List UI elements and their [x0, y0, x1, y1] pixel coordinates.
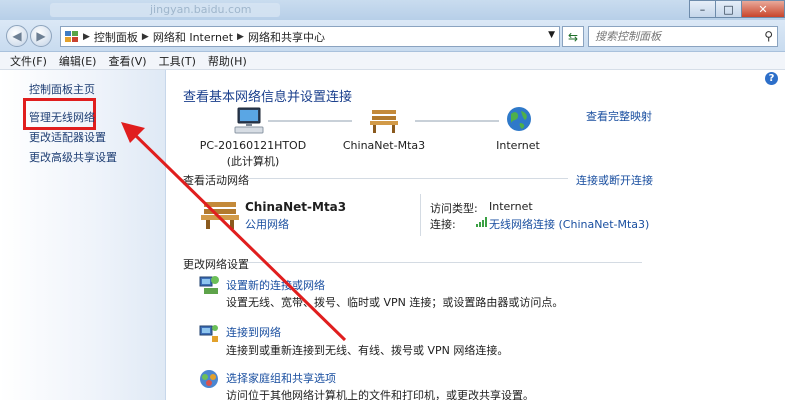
connect-network-icon [199, 325, 218, 342]
node-internet-label: Internet [496, 139, 540, 152]
sidebar-item-advanced-sharing[interactable]: 更改高级共享设置 [29, 149, 117, 165]
help-icon[interactable]: ? [765, 72, 778, 85]
access-type-label: 访问类型: [430, 202, 478, 215]
connection-label: 连接: [430, 218, 456, 231]
task-connect-network-desc: 连接到或重新连接到无线、有线、拨号或 VPN 网络连接。 [226, 344, 509, 357]
globe-icon [507, 107, 531, 131]
active-networks-heading: 查看活动网络 [183, 174, 249, 187]
menu-bar: 文件(F) 编辑(E) 查看(V) 工具(T) 帮助(H) [0, 52, 785, 70]
control-panel-icon [65, 30, 78, 42]
sidebar-item-adapter-settings[interactable]: 更改适配器设置 [29, 129, 106, 145]
homegroup-icon [200, 370, 218, 388]
task-setup-connection-desc: 设置无线、宽带、拨号、临时或 VPN 连接；或设置路由器或访问点。 [226, 296, 564, 309]
address-field[interactable]: ▶ 控制面板 ▶ 网络和 Internet ▶ 网络和共享中心 ▼ [60, 26, 560, 47]
sidebar-item-control-panel-home[interactable]: 控制面板主页 [29, 81, 95, 97]
menu-edit[interactable]: 编辑(E) [59, 53, 97, 69]
sidebar: 控制面板主页 管理无线网络 更改适配器设置 更改高级共享设置 [0, 70, 166, 400]
menu-file[interactable]: 文件(F) [10, 53, 47, 69]
node-network-label: ChinaNet-Mta3 [342, 139, 426, 152]
connection-value-link[interactable]: 无线网络连接 (ChinaNet-Mta3) [489, 216, 649, 232]
breadcrumb-network-sharing-center[interactable]: 网络和共享中心 [248, 29, 325, 45]
menu-view[interactable]: 查看(V) [108, 53, 146, 69]
connect-disconnect-link[interactable]: 连接或断开连接 [576, 172, 653, 188]
section-divider [246, 178, 568, 179]
forward-button[interactable]: ▶ [30, 25, 52, 47]
address-dropdown-icon[interactable]: ▼ [548, 30, 555, 40]
active-network-name: ChinaNet-Mta3 [245, 200, 347, 214]
back-arrow-icon: ◀ [12, 29, 22, 43]
back-button[interactable]: ◀ [6, 25, 28, 47]
change-settings-heading: 更改网络设置 [183, 258, 249, 271]
access-type-value: Internet [489, 200, 533, 213]
breadcrumb-control-panel[interactable]: 控制面板 [94, 29, 138, 45]
network-link-line [415, 120, 499, 122]
vertical-divider [420, 194, 421, 236]
task-setup-connection-link[interactable]: 设置新的连接或网络 [226, 277, 325, 293]
task-homegroup-link[interactable]: 选择家庭组和共享选项 [226, 370, 336, 386]
minimize-button[interactable]: – [689, 0, 715, 18]
network-setup-icon [199, 276, 219, 294]
network-bench-icon [201, 202, 239, 229]
network-type-link[interactable]: 公用网络 [245, 216, 289, 232]
refresh-icon: ⇆ [567, 29, 579, 44]
close-button[interactable]: ✕ [741, 0, 785, 18]
address-bar: ◀ ▶ ▶ 控制面板 ▶ 网络和 Internet ▶ 网络和共享中心 ▼ ⇆ … [0, 20, 785, 52]
breadcrumb-separator-icon: ▶ [83, 31, 90, 42]
title-ghost-url: jingyan.baidu.com [150, 3, 252, 16]
sidebar-item-manage-wireless[interactable]: 管理无线网络 [29, 109, 95, 125]
search-input[interactable] [589, 27, 753, 46]
refresh-button[interactable]: ⇆ [562, 26, 584, 47]
task-homegroup-desc: 访问位于其他网络计算机上的文件和打印机，或更改共享设置。 [226, 389, 534, 400]
computer-icon [234, 107, 264, 134]
bench-icon [370, 110, 398, 133]
breadcrumb-separator-icon: ▶ [141, 31, 149, 42]
title-bar: jingyan.baidu.com – □ ✕ [0, 0, 785, 20]
breadcrumb-network-internet[interactable]: 网络和 Internet [153, 29, 233, 45]
forward-arrow-icon: ▶ [36, 29, 46, 43]
search-icon[interactable]: ⚲ [764, 29, 773, 43]
signal-strength-icon [476, 217, 487, 227]
full-map-link[interactable]: 查看完整映射 [586, 108, 652, 124]
task-connect-network-link[interactable]: 连接到网络 [226, 324, 281, 340]
node-computer-sublabel: (此计算机) [226, 155, 280, 168]
node-computer-label: PC-20160121HTOD [199, 139, 307, 152]
menu-help[interactable]: 帮助(H) [208, 53, 247, 69]
breadcrumb-separator-icon: ▶ [237, 31, 244, 42]
page-title: 查看基本网络信息并设置连接 [183, 90, 353, 105]
network-link-line [268, 120, 352, 122]
search-box: ⚲ [588, 26, 778, 47]
window-controls: – □ ✕ [689, 0, 785, 18]
section-divider [246, 262, 642, 263]
maximize-button[interactable]: □ [715, 0, 741, 18]
menu-tools[interactable]: 工具(T) [159, 53, 196, 69]
